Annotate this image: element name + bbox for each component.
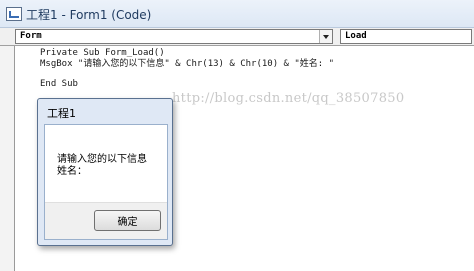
code-line[interactable]: End Sub bbox=[40, 79, 78, 90]
object-combo[interactable]: Form bbox=[15, 29, 333, 44]
vb-code-window-icon bbox=[6, 7, 22, 21]
message-line-2: 姓名： bbox=[57, 166, 87, 177]
window-title: 工程1 - Form1 (Code) bbox=[26, 8, 152, 22]
window-title-bar: 工程1 - Form1 (Code) bbox=[0, 0, 474, 28]
code-line[interactable]: Private Sub Form_Load() bbox=[40, 48, 165, 59]
message-box: 工程1 请输入您的以下信息 姓名： 确定 bbox=[37, 98, 173, 246]
message-box-footer: 确定 bbox=[45, 202, 167, 239]
code-margin-divider bbox=[14, 46, 15, 271]
object-combo-value: Form bbox=[20, 31, 42, 41]
procedure-combo[interactable]: Load bbox=[340, 29, 472, 44]
code-line[interactable]: MsgBox "请输入您的以下信息" & Chr(13) & Chr(10) &… bbox=[40, 59, 334, 70]
procedure-combo-value: Load bbox=[345, 31, 367, 41]
watermark-text: http://blog.csdn.net/qq_38507850 bbox=[172, 91, 405, 106]
combo-bar: Form Load bbox=[0, 28, 474, 46]
code-margin bbox=[0, 46, 14, 271]
message-box-body: 请输入您的以下信息 姓名： 确定 bbox=[44, 124, 168, 240]
ok-button[interactable]: 确定 bbox=[94, 210, 161, 231]
message-box-title: 工程1 bbox=[47, 107, 76, 120]
chevron-down-icon[interactable] bbox=[319, 30, 332, 43]
